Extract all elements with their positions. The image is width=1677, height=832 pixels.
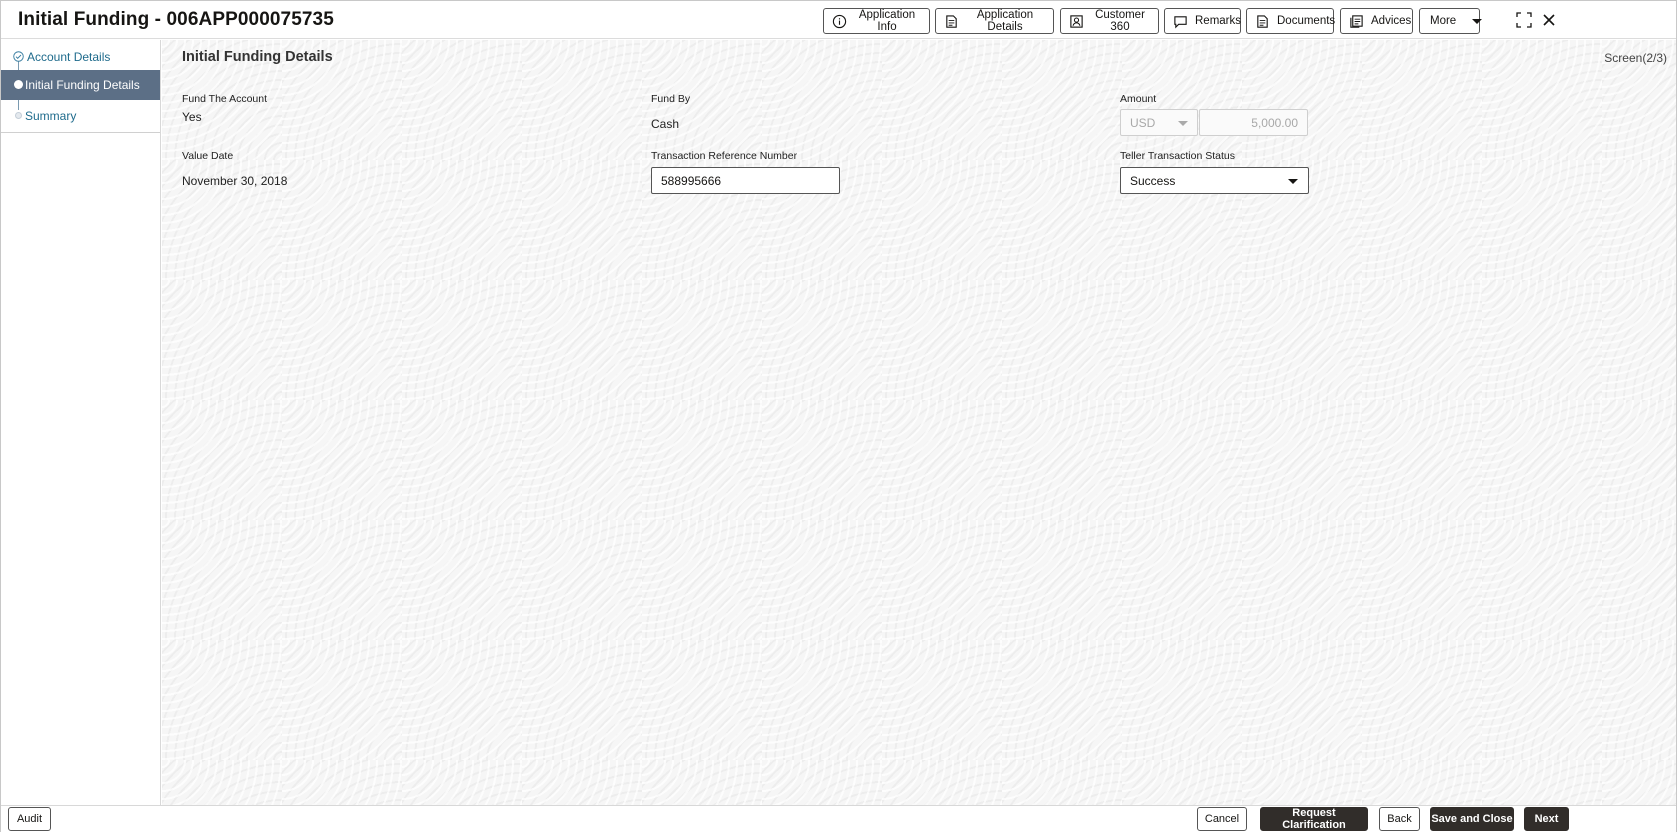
- sidebar-divider: [1, 132, 160, 133]
- teller-status-select[interactable]: Success: [1120, 167, 1309, 194]
- amount-input: 5,000.00: [1199, 109, 1308, 136]
- value-date-label: Value Date: [182, 150, 234, 162]
- sidebar-step-account-details[interactable]: Account Details: [1, 42, 160, 72]
- transaction-reference-value: 588995666: [661, 173, 722, 188]
- app-window: Initial Funding - 006APP000075735 Applic…: [0, 0, 1677, 832]
- fund-the-account-value: Yes: [182, 110, 202, 124]
- chat-icon: [1174, 15, 1187, 28]
- chevron-down-icon: [1178, 121, 1188, 126]
- teller-status-value: Success: [1130, 173, 1176, 188]
- amount-label: Amount: [1120, 93, 1157, 105]
- next-button[interactable]: Next: [1524, 807, 1569, 831]
- amount-value: 5,000.00: [1251, 115, 1298, 130]
- application-info-label: Application Info: [858, 9, 916, 33]
- customer-360-label: Customer 360: [1095, 9, 1145, 33]
- teller-status-label: Teller Transaction Status: [1120, 150, 1235, 162]
- back-button[interactable]: Back: [1379, 807, 1420, 831]
- close-icon[interactable]: [1540, 11, 1558, 29]
- sidebar-stepper: Account Details Initial Funding Details …: [1, 40, 161, 805]
- more-label: More: [1430, 15, 1457, 27]
- footer-bar: Audit Cancel Request Clarification Back …: [1, 805, 1676, 832]
- advices-icon: [1350, 14, 1363, 28]
- advices-label: Advices: [1371, 15, 1412, 27]
- application-details-button[interactable]: Application Details: [935, 8, 1054, 34]
- info-icon: [832, 14, 847, 28]
- transaction-reference-input[interactable]: 588995666: [651, 167, 840, 194]
- check-circle-icon: [13, 51, 24, 62]
- chevron-down-icon: [1288, 179, 1298, 184]
- pending-step-dot-icon: [15, 112, 22, 119]
- currency-value: USD: [1130, 115, 1156, 130]
- advices-button[interactable]: Advices: [1340, 8, 1413, 34]
- user-icon: [1070, 14, 1083, 28]
- application-details-label: Application Details: [976, 9, 1034, 33]
- page-title: Initial Funding - 006APP000075735: [18, 9, 334, 30]
- fund-by-value: Cash: [651, 117, 680, 131]
- document-icon: [1257, 14, 1268, 28]
- section-title: Initial Funding Details: [182, 49, 333, 65]
- sidebar-step-label: Summary: [25, 109, 77, 123]
- remarks-button[interactable]: Remarks: [1164, 8, 1241, 34]
- fullscreen-icon[interactable]: [1515, 11, 1533, 29]
- chevron-down-icon: [1472, 18, 1483, 24]
- more-button[interactable]: More: [1419, 8, 1483, 34]
- audit-button[interactable]: Audit: [8, 807, 51, 831]
- remarks-label: Remarks: [1195, 15, 1242, 27]
- active-step-dot-icon: [14, 80, 23, 89]
- cancel-button[interactable]: Cancel: [1197, 807, 1247, 831]
- currency-select: USD: [1120, 109, 1198, 136]
- main-content: Initial Funding Details Screen(2/3) Fund…: [162, 40, 1676, 805]
- transaction-reference-label: Transaction Reference Number: [651, 150, 798, 162]
- fund-by-label: Fund By: [651, 93, 691, 105]
- documents-label: Documents: [1277, 15, 1336, 27]
- sidebar-step-label: Initial Funding Details: [25, 78, 140, 92]
- document-icon: [946, 14, 957, 28]
- documents-button[interactable]: Documents: [1246, 8, 1336, 34]
- sidebar-step-summary[interactable]: Summary: [1, 101, 160, 131]
- sidebar-step-label: Account Details: [27, 50, 111, 64]
- application-info-button[interactable]: Application Info: [823, 8, 930, 34]
- screen-counter: Screen(2/3): [1604, 51, 1667, 65]
- customer-360-button[interactable]: Customer 360: [1060, 8, 1159, 34]
- sidebar-step-initial-funding-details[interactable]: Initial Funding Details: [1, 70, 160, 100]
- fund-the-account-label: Fund The Account: [182, 93, 268, 105]
- save-and-close-button[interactable]: Save and Close: [1430, 807, 1514, 831]
- header-bar: Initial Funding - 006APP000075735 Applic…: [1, 1, 1676, 39]
- value-date-value: November 30, 2018: [182, 174, 288, 188]
- request-clarification-button[interactable]: Request Clarification: [1260, 807, 1368, 831]
